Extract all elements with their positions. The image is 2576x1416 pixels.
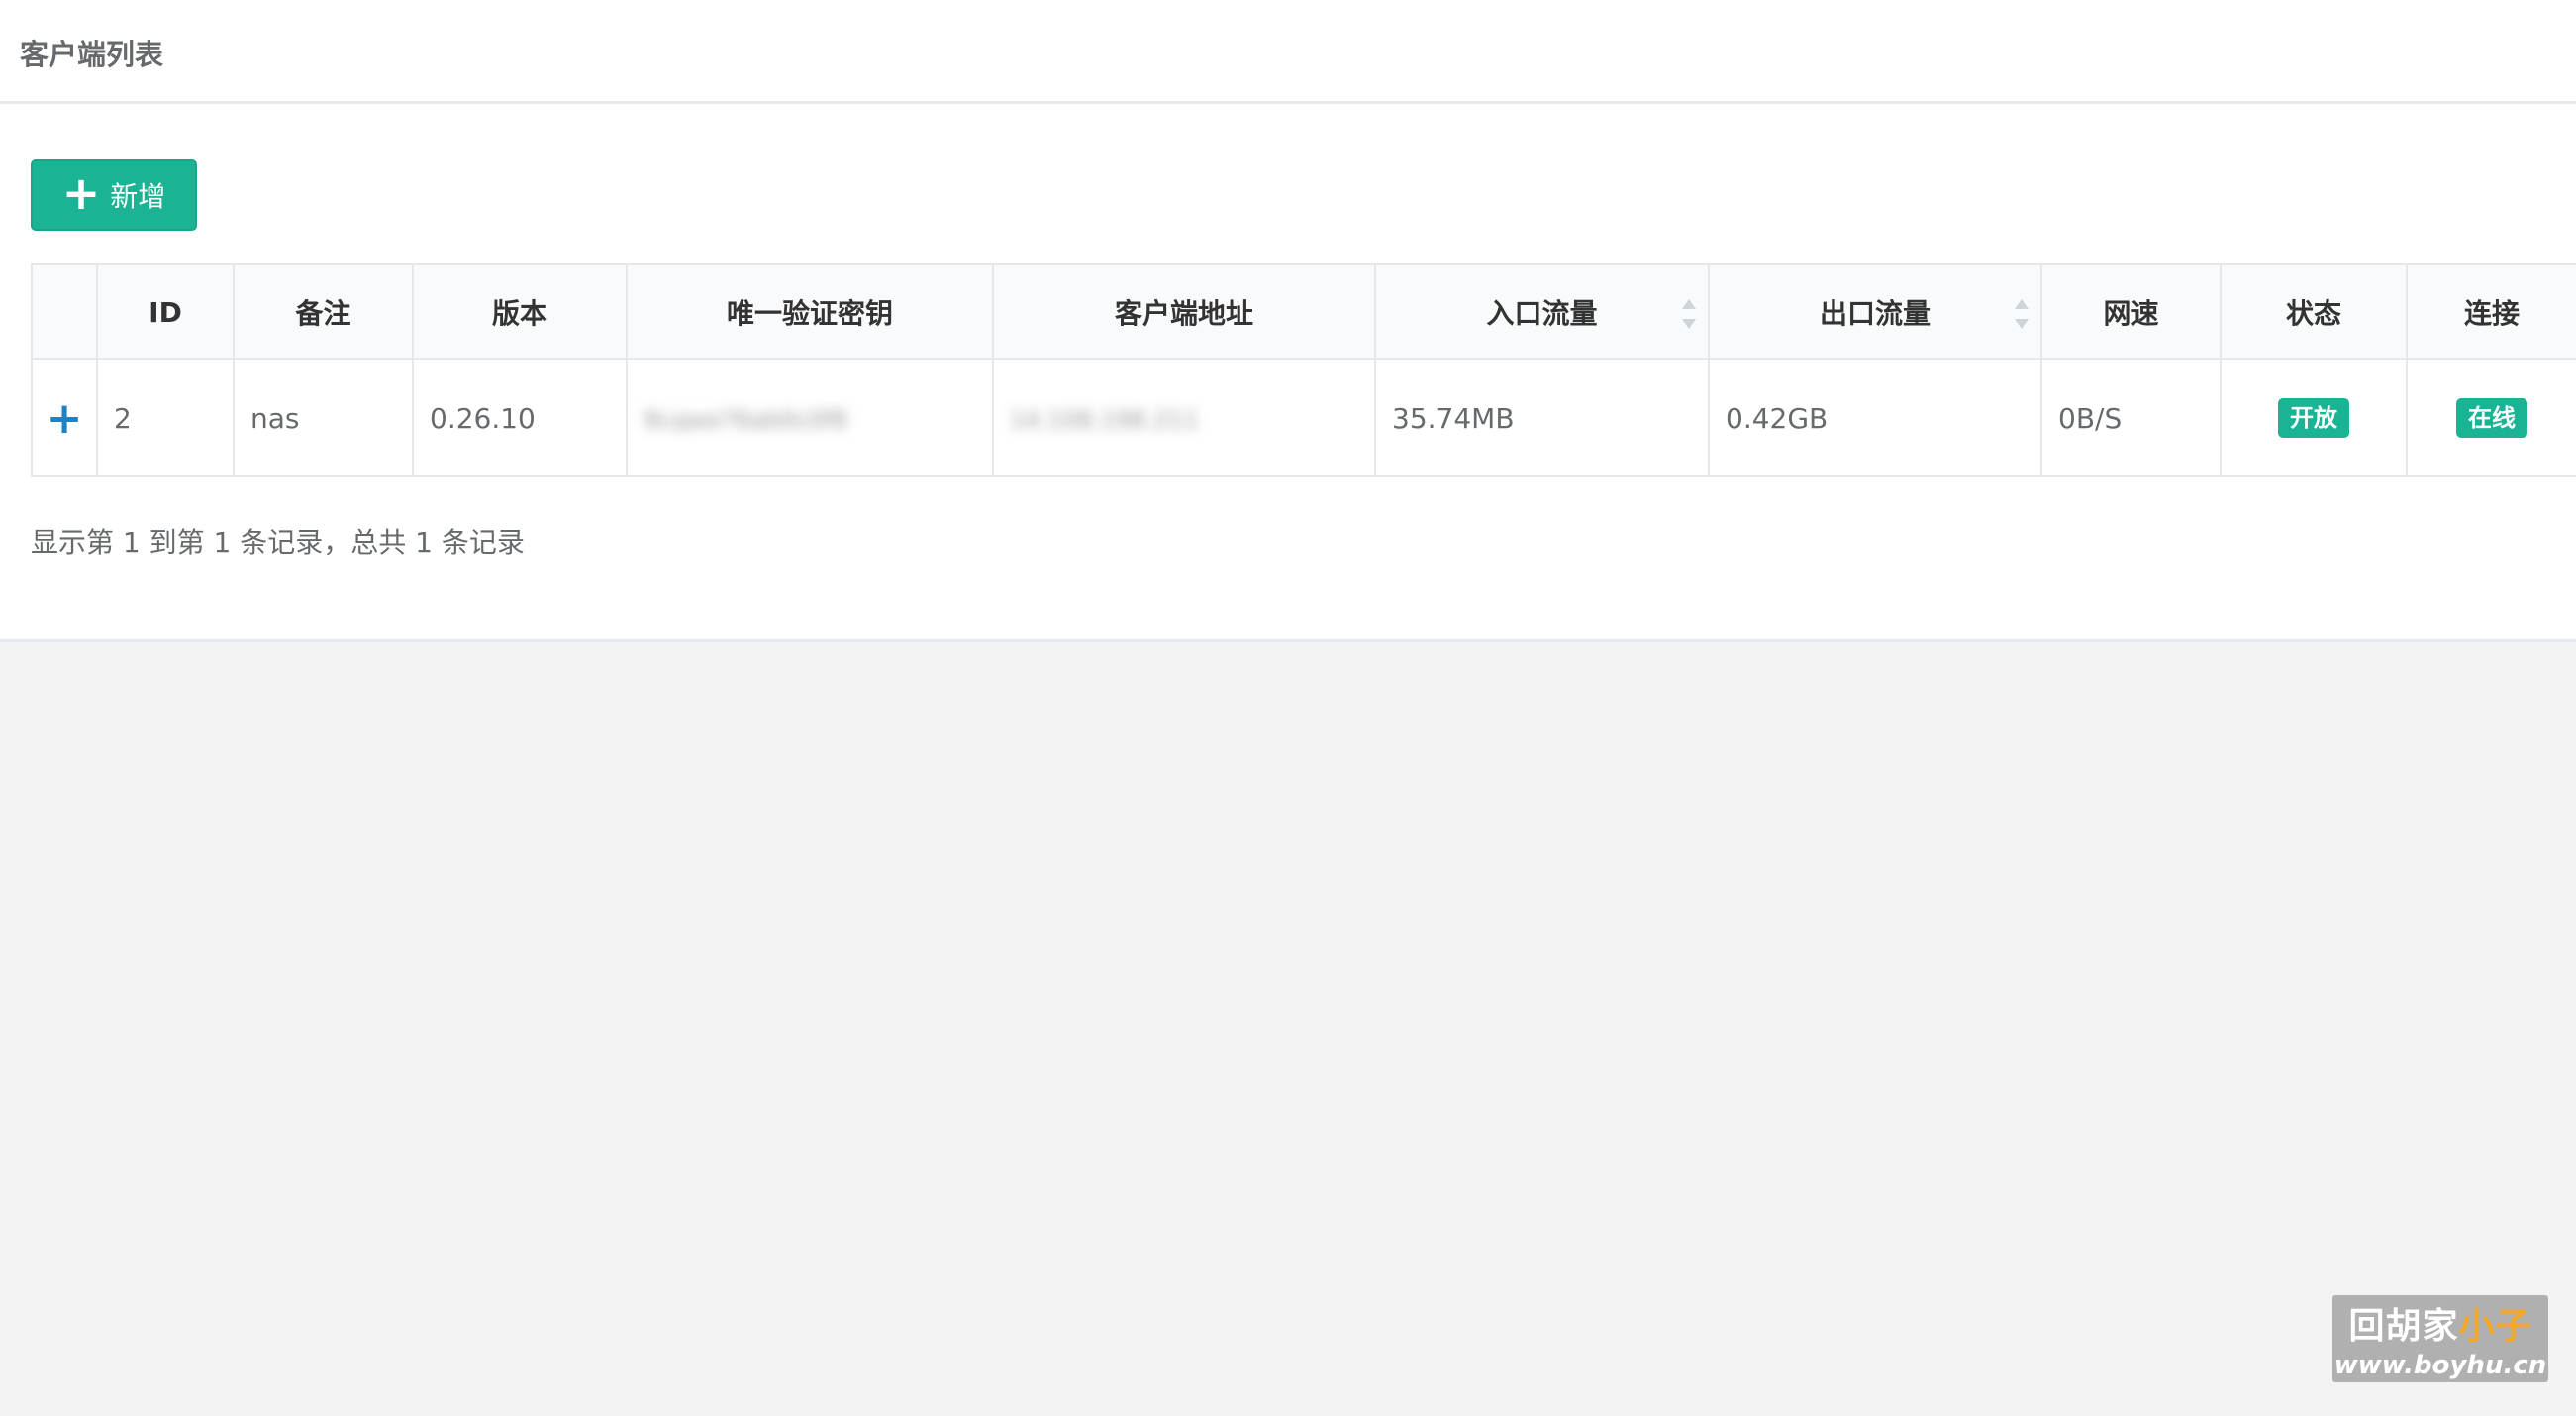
- watermark-logo: 回胡家小子 www.boyhu.cn: [2332, 1295, 2548, 1382]
- cell-remark: nas: [233, 358, 414, 477]
- column-header-id: ID: [96, 263, 235, 360]
- cell-version: 0.26.10: [412, 358, 628, 477]
- watermark-brand: 回胡家小子: [2348, 1297, 2531, 1349]
- column-header-address: 客户端地址: [992, 263, 1376, 360]
- panel-header: 客户端列表: [0, 0, 2576, 104]
- column-header-speed: 网速: [2040, 263, 2222, 360]
- client-table: ID 备注 版本 唯一验证密钥 客户端地址 入口流量 出口流量 网速 状态 连接: [31, 263, 2576, 477]
- cell-in-traffic: 35.74MB: [1374, 358, 1710, 477]
- table-header-row: ID 备注 版本 唯一验证密钥 客户端地址 入口流量 出口流量 网速 状态 连接: [31, 263, 2576, 360]
- client-list-panel: 客户端列表 + 新增 ID 备注 版本 唯一验证密钥 客户端地址 入口流量 出口…: [0, 0, 2576, 642]
- sort-icon[interactable]: [1682, 299, 1696, 329]
- cell-out-traffic: 0.42GB: [1708, 358, 2042, 477]
- cell-address: 14.108.198.211: [992, 358, 1376, 477]
- expand-plus-icon[interactable]: +: [47, 393, 83, 444]
- blurred-key: 9cqwe76ab0c0f8: [644, 405, 848, 434]
- column-header-version: 版本: [412, 263, 628, 360]
- cell-speed: 0B/S: [2040, 358, 2222, 477]
- column-header-in-traffic-label: 入口流量: [1486, 297, 1598, 330]
- column-header-status: 状态: [2220, 263, 2408, 360]
- status-badge: 开放: [2278, 397, 2349, 439]
- column-header-connection: 连接: [2406, 263, 2576, 360]
- blurred-address: 14.108.198.211: [1010, 405, 1199, 434]
- connection-badge: 在线: [2456, 397, 2527, 439]
- cell-connection: 在线: [2406, 358, 2576, 477]
- cell-status: 开放: [2220, 358, 2408, 477]
- watermark-brand-part2: 小子: [2458, 1306, 2532, 1347]
- watermark-url: www.boyhu.cn: [2333, 1351, 2547, 1380]
- table-row: + 2 nas 0.26.10 9cqwe76ab0c0f8 14.108.19…: [31, 358, 2576, 477]
- expand-cell[interactable]: +: [31, 358, 98, 477]
- add-button-label: 新增: [110, 180, 166, 213]
- plus-icon: +: [61, 166, 101, 220]
- page-title: 客户端列表: [20, 38, 164, 71]
- cell-key: 9cqwe76ab0c0f8: [626, 358, 994, 477]
- column-header-out-traffic[interactable]: 出口流量: [1708, 263, 2042, 360]
- pagination-info: 显示第 1 到第 1 条记录，总共 1 条记录: [31, 526, 525, 558]
- column-header-expand: [31, 263, 98, 360]
- watermark-brand-part1: 回胡家: [2348, 1306, 2459, 1347]
- column-header-remark: 备注: [233, 263, 414, 360]
- sort-icon[interactable]: [2015, 299, 2029, 329]
- add-button[interactable]: + 新增: [31, 159, 197, 231]
- column-header-key: 唯一验证密钥: [626, 263, 994, 360]
- column-header-out-traffic-label: 出口流量: [1819, 297, 1931, 330]
- cell-id: 2: [96, 358, 235, 477]
- column-header-in-traffic[interactable]: 入口流量: [1374, 263, 1710, 360]
